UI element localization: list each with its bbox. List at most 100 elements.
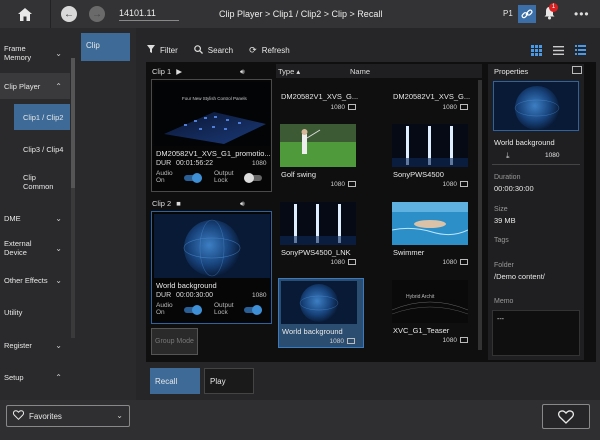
tags-label: Tags bbox=[494, 237, 509, 244]
recall-button[interactable]: Recall bbox=[150, 368, 200, 394]
search-icon bbox=[193, 44, 203, 56]
sort-type-column[interactable]: Type ▴ bbox=[278, 67, 300, 76]
duration-value: 00:00:30:00 bbox=[494, 184, 534, 193]
grid-item[interactable]: SonyPWS4500 1080 bbox=[390, 122, 476, 190]
res-value: 1080 bbox=[442, 337, 457, 344]
clip2-dur-label: DUR bbox=[156, 292, 172, 299]
filter-button[interactable]: Filter bbox=[147, 45, 178, 55]
sidebar-scrollbar-thumb[interactable] bbox=[71, 58, 75, 188]
sidebar-subitem-clip1-clip2[interactable]: Clip1 / Clip2 bbox=[14, 104, 70, 130]
film-icon bbox=[460, 181, 468, 188]
favorites-label: Favorites bbox=[29, 411, 62, 421]
grid-item[interactable]: Swimmer 1080 bbox=[390, 200, 476, 268]
grid-item-name: SonyPWS4500 bbox=[393, 170, 444, 179]
toggle-knob bbox=[252, 305, 262, 315]
folder-value: /Demo content/ bbox=[494, 272, 545, 281]
sidebar-item-setup[interactable]: Setup ⌃ bbox=[0, 365, 70, 389]
search-button[interactable]: Search bbox=[193, 44, 233, 56]
breadcrumb: Clip Player > Clip1 / Clip2 > Clip > Rec… bbox=[219, 9, 383, 19]
clip2-output-toggle[interactable] bbox=[244, 305, 262, 315]
sony-lnk-thumbnail bbox=[280, 202, 356, 245]
clip2-audio-toggle[interactable] bbox=[184, 305, 202, 315]
film-icon bbox=[460, 337, 468, 344]
link-icon bbox=[521, 9, 533, 19]
column-name-label[interactable]: Name bbox=[350, 67, 370, 76]
page-indicator: P1 bbox=[503, 9, 513, 18]
arrow-left-icon: ← bbox=[64, 8, 74, 20]
film-icon bbox=[348, 181, 356, 188]
speaker-icon[interactable]: 🔊︎ bbox=[240, 199, 245, 209]
list-icon bbox=[552, 45, 564, 55]
sony-thumbnail bbox=[392, 124, 468, 167]
sidebar-item-clip-player[interactable]: Clip Player ⌃ bbox=[0, 73, 70, 99]
detail-view-button[interactable] bbox=[572, 42, 588, 58]
grid-item[interactable]: Golf swing 1080 bbox=[278, 122, 364, 190]
film-icon bbox=[572, 66, 582, 74]
sort-up-icon: ▴ bbox=[296, 67, 301, 76]
sidebar-item-dme[interactable]: DME ⌄ bbox=[0, 206, 70, 230]
notifications-button[interactable]: 1 bbox=[543, 3, 559, 22]
clip1-duration: 00:01:56:22 bbox=[176, 160, 213, 167]
ip-field[interactable]: 14101.11 bbox=[119, 8, 179, 21]
sidebar-item-frame-memory[interactable]: Frame Memory ⌄ bbox=[0, 40, 70, 66]
grid-view-button[interactable] bbox=[528, 42, 544, 58]
refresh-button[interactable]: ⟳ Refresh bbox=[249, 45, 290, 56]
play-button[interactable]: Play bbox=[204, 368, 254, 394]
clip1-name: DM20582V1_XVS_G1_promotio... bbox=[156, 149, 271, 158]
link-button[interactable] bbox=[518, 5, 536, 23]
properties-thumbnail bbox=[493, 81, 579, 131]
clip1-audio-toggle[interactable] bbox=[184, 173, 202, 183]
chevron-down-icon: ⌄ bbox=[55, 48, 62, 58]
clip1-header-label: Clip 1 bbox=[152, 67, 172, 76]
sidebar: Frame Memory ⌄ Clip Player ⌃ Clip1 / Cli… bbox=[0, 28, 78, 400]
play-icon: ▶ bbox=[176, 67, 182, 76]
home-button[interactable] bbox=[0, 0, 50, 28]
add-favorite-button[interactable] bbox=[542, 404, 590, 429]
sidebar-item-register[interactable]: Register ⌄ bbox=[0, 333, 70, 357]
grid-scrollbar[interactable] bbox=[478, 80, 482, 350]
refresh-label: Refresh bbox=[261, 45, 290, 55]
sidebar-item-utility[interactable]: Utility bbox=[0, 300, 70, 324]
grid-item-name: DM20582V1_XVS_G... bbox=[393, 92, 471, 101]
list-view-button[interactable] bbox=[550, 42, 566, 58]
column-type-label: Type bbox=[278, 67, 295, 76]
grid-item-name: XVC_G1_Teaser bbox=[393, 326, 450, 335]
res-value: 1080 bbox=[330, 259, 345, 266]
film-icon bbox=[348, 259, 356, 266]
clip1-output-label: Output Lock bbox=[214, 170, 234, 184]
clip1-card[interactable]: Four New Stylish Control Panels DM20582V… bbox=[151, 79, 272, 192]
clip2-card[interactable]: World background DUR 00:00:30:00 1080 Au… bbox=[151, 211, 272, 324]
forward-button[interactable]: → bbox=[89, 6, 105, 22]
favorites-dropdown[interactable]: Favorites ⌄ bbox=[6, 405, 130, 427]
res-value: 1080 bbox=[442, 181, 457, 188]
detail-list-icon bbox=[574, 45, 586, 55]
clip2-audio-label: Audio On bbox=[156, 302, 173, 316]
view-switcher bbox=[522, 42, 588, 58]
clip1-thumbnail bbox=[154, 82, 270, 146]
grid-item-selected[interactable]: World background 1080 bbox=[278, 278, 364, 348]
speaker-icon[interactable]: 🔊︎ bbox=[240, 67, 245, 77]
back-button[interactable]: ← bbox=[61, 6, 77, 22]
clip1-output-toggle[interactable] bbox=[244, 173, 262, 183]
clip1-dur-label: DUR bbox=[156, 160, 172, 167]
sidebar-item-label: Other Effects bbox=[4, 275, 48, 285]
tab-clip[interactable]: Clip bbox=[81, 33, 130, 61]
sidebar-item-label: Register bbox=[4, 340, 32, 350]
grid-icon bbox=[530, 44, 542, 56]
toggle-knob bbox=[192, 173, 202, 183]
film-icon bbox=[460, 104, 468, 111]
sidebar-subitem-clip-common[interactable]: Clip Common bbox=[14, 168, 70, 196]
more-menu-button[interactable]: ••• bbox=[574, 7, 590, 21]
download-icon[interactable]: ⤓ bbox=[506, 151, 510, 161]
clip2-resolution: 1080 bbox=[252, 292, 267, 299]
grid-item-name: SonyPWS4500_LNK bbox=[281, 248, 351, 257]
group-mode-button[interactable]: Group Mode bbox=[151, 328, 198, 355]
sidebar-subitem-clip3-clip4[interactable]: Clip3 / Clip4 bbox=[14, 136, 70, 162]
sidebar-item-other-effects[interactable]: Other Effects ⌄ bbox=[0, 268, 70, 292]
grid-item[interactable]: Hybrid Archit XVC_G1_Teaser 1080 bbox=[390, 278, 476, 346]
grid-item[interactable]: SonyPWS4500_LNK 1080 bbox=[278, 200, 364, 268]
grid-header: Type ▴ Name bbox=[276, 64, 482, 78]
sidebar-item-external-device[interactable]: External Device ⌄ bbox=[0, 234, 70, 262]
size-label: Size bbox=[494, 206, 508, 213]
memo-field[interactable]: --- bbox=[492, 310, 580, 356]
